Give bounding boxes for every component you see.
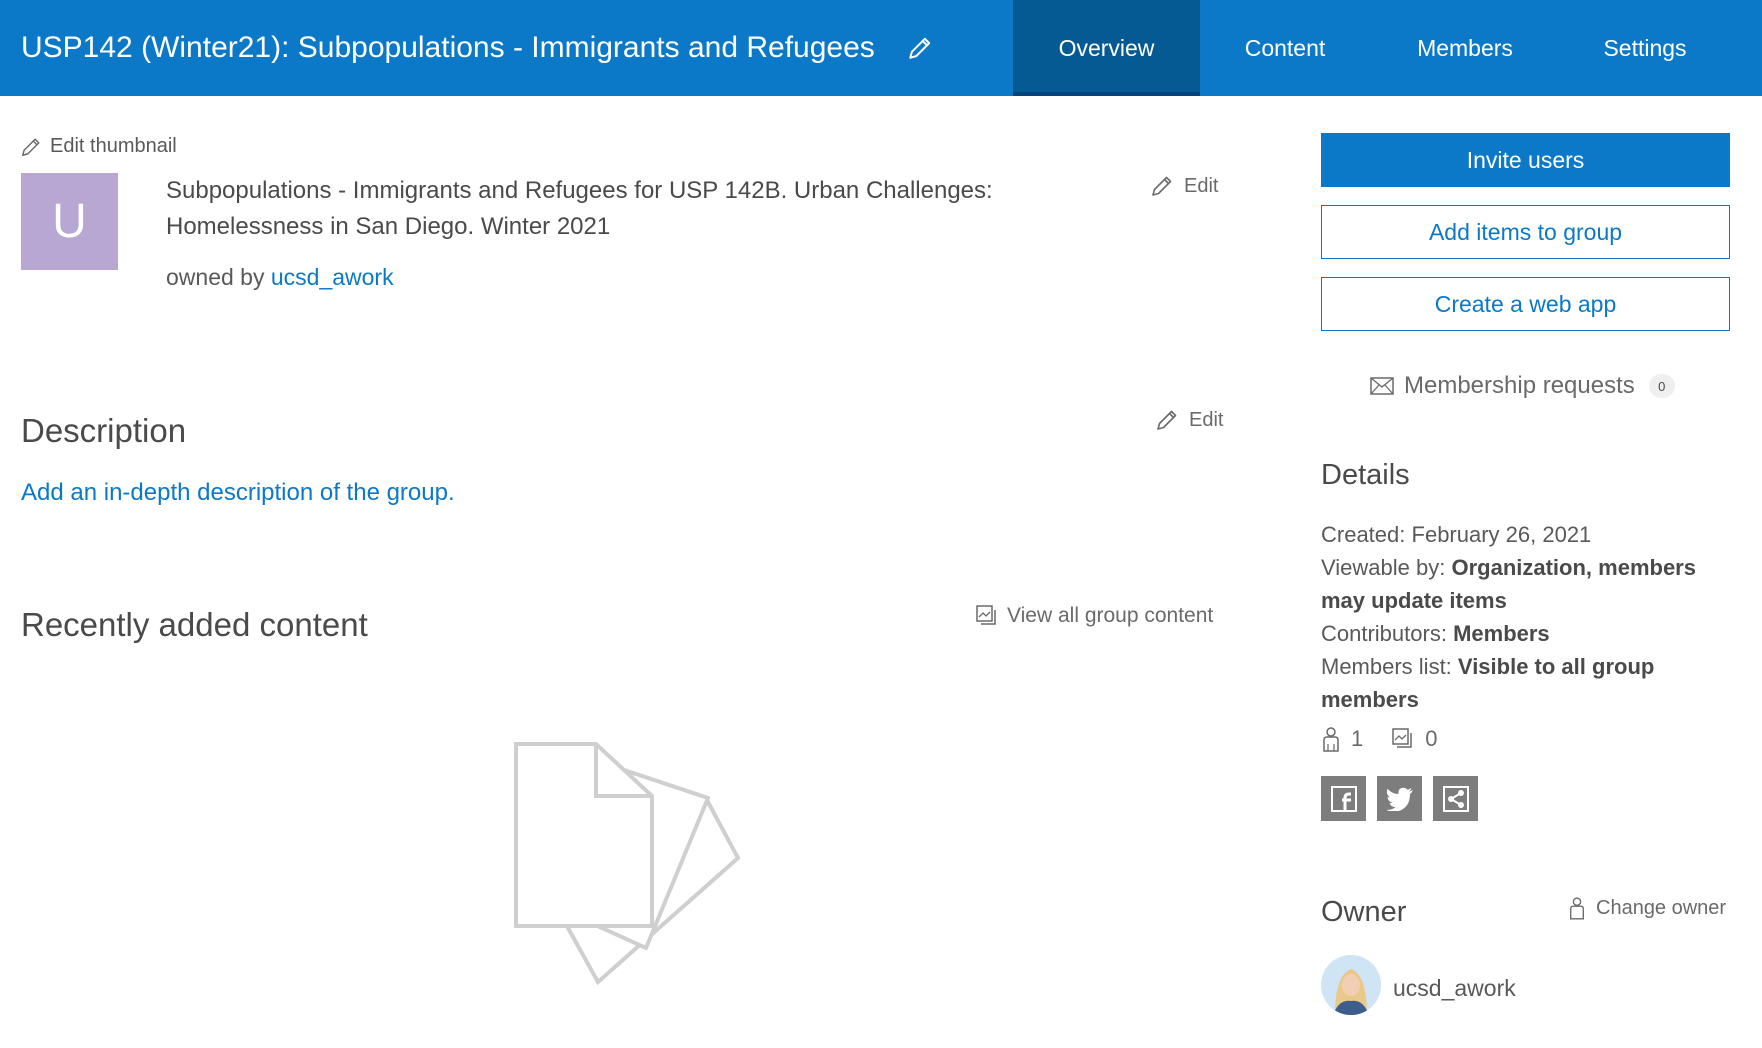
view-all-content-label: View all group content bbox=[1007, 604, 1214, 627]
description-heading: Description bbox=[21, 412, 187, 449]
contributors-value: Members bbox=[1453, 621, 1550, 646]
create-web-app-button[interactable]: Create a web app bbox=[1321, 277, 1730, 331]
tab-members[interactable]: Members bbox=[1370, 0, 1560, 96]
created-label: Created: bbox=[1321, 522, 1406, 547]
contributors-row: Contributors: Members bbox=[1321, 617, 1731, 650]
empty-documents-icon bbox=[514, 742, 741, 986]
add-description-link[interactable]: Add an in-depth description of the group… bbox=[21, 479, 455, 507]
view-all-content-link[interactable]: View all group content bbox=[975, 604, 1213, 628]
pencil-icon bbox=[22, 137, 40, 156]
share-icon bbox=[1442, 785, 1469, 812]
tab-settings-label: Settings bbox=[1603, 34, 1687, 61]
thumbnail-letter: U bbox=[52, 195, 87, 248]
edit-title-pencil-icon[interactable] bbox=[907, 35, 933, 61]
membership-requests-count-badge: 0 bbox=[1648, 374, 1675, 398]
invite-users-button[interactable]: Invite users bbox=[1321, 133, 1730, 187]
group-content-icon bbox=[1392, 728, 1412, 748]
item-count: 0 bbox=[1391, 726, 1438, 752]
owned-by-line: owned by ucsd_awork bbox=[166, 264, 394, 291]
edit-summary-label: Edit bbox=[1184, 174, 1219, 197]
member-count-value: 1 bbox=[1351, 726, 1364, 751]
details-list: Created: February 26, 2021 Viewable by: … bbox=[1321, 518, 1731, 716]
group-thumbnail: U bbox=[21, 173, 118, 270]
facebook-share-button[interactable] bbox=[1321, 776, 1366, 821]
group-stats: 1 0 bbox=[1321, 726, 1466, 752]
add-items-button[interactable]: Add items to group bbox=[1321, 205, 1730, 259]
invite-users-label: Invite users bbox=[1466, 146, 1585, 173]
edit-thumbnail-label: Edit thumbnail bbox=[50, 135, 177, 157]
tab-content[interactable]: Content bbox=[1200, 0, 1370, 96]
pencil-icon bbox=[1152, 176, 1172, 196]
add-items-label: Add items to group bbox=[1428, 218, 1623, 245]
owner-username[interactable]: ucsd_awork bbox=[1393, 975, 1516, 1002]
user-icon bbox=[1323, 727, 1339, 752]
created-row: Created: February 26, 2021 bbox=[1321, 518, 1731, 551]
membership-requests-link[interactable]: Membership requests 0 bbox=[1370, 372, 1675, 400]
viewable-row: Viewable by: Organization, members may u… bbox=[1321, 551, 1731, 617]
change-owner-label: Change owner bbox=[1596, 896, 1727, 919]
tab-members-label: Members bbox=[1417, 34, 1513, 61]
recent-content-heading: Recently added content bbox=[21, 606, 368, 643]
group-content-icon bbox=[976, 605, 996, 625]
owner-link[interactable]: ucsd_awork bbox=[271, 264, 394, 290]
facebook-icon bbox=[1330, 785, 1357, 812]
members-list-label: Members list: bbox=[1321, 654, 1452, 679]
created-value: February 26, 2021 bbox=[1411, 522, 1592, 547]
item-count-value: 0 bbox=[1425, 726, 1438, 751]
group-header: USP142 (Winter21): Subpopulations - Immi… bbox=[0, 0, 1762, 96]
tab-overview[interactable]: Overview bbox=[1013, 0, 1200, 96]
group-summary: Subpopulations - Immigrants and Refugees… bbox=[166, 177, 993, 240]
twitter-icon bbox=[1385, 787, 1413, 811]
edit-description-label: Edit bbox=[1189, 408, 1224, 431]
user-avatar-photo-icon bbox=[1321, 955, 1381, 1015]
envelope-icon bbox=[1370, 377, 1394, 395]
edit-thumbnail-link[interactable]: Edit thumbnail bbox=[20, 135, 177, 158]
tab-content-label: Content bbox=[1244, 34, 1326, 61]
owner-heading: Owner bbox=[1321, 896, 1407, 928]
owned-by-prefix: owned by bbox=[166, 264, 265, 290]
details-heading: Details bbox=[1321, 459, 1410, 491]
owner-avatar[interactable] bbox=[1321, 955, 1381, 1015]
pencil-icon bbox=[1157, 410, 1177, 430]
edit-description-link[interactable]: Edit bbox=[1155, 408, 1223, 432]
tab-settings[interactable]: Settings bbox=[1560, 0, 1730, 96]
user-icon bbox=[1570, 897, 1584, 920]
change-owner-link[interactable]: Change owner bbox=[1568, 896, 1726, 920]
members-list-row: Members list: Visible to all group membe… bbox=[1321, 650, 1731, 716]
tab-overview-label: Overview bbox=[1058, 34, 1155, 61]
share-link-button[interactable] bbox=[1433, 776, 1478, 821]
membership-requests-label: Membership requests bbox=[1404, 372, 1635, 399]
twitter-share-button[interactable] bbox=[1377, 776, 1422, 821]
viewable-label: Viewable by: bbox=[1321, 555, 1446, 580]
edit-summary-link[interactable]: Edit bbox=[1150, 174, 1218, 198]
create-web-app-label: Create a web app bbox=[1434, 290, 1617, 317]
member-count: 1 bbox=[1321, 726, 1363, 752]
contributors-label: Contributors: bbox=[1321, 621, 1447, 646]
group-title: USP142 (Winter21): Subpopulations - Immi… bbox=[21, 31, 875, 64]
